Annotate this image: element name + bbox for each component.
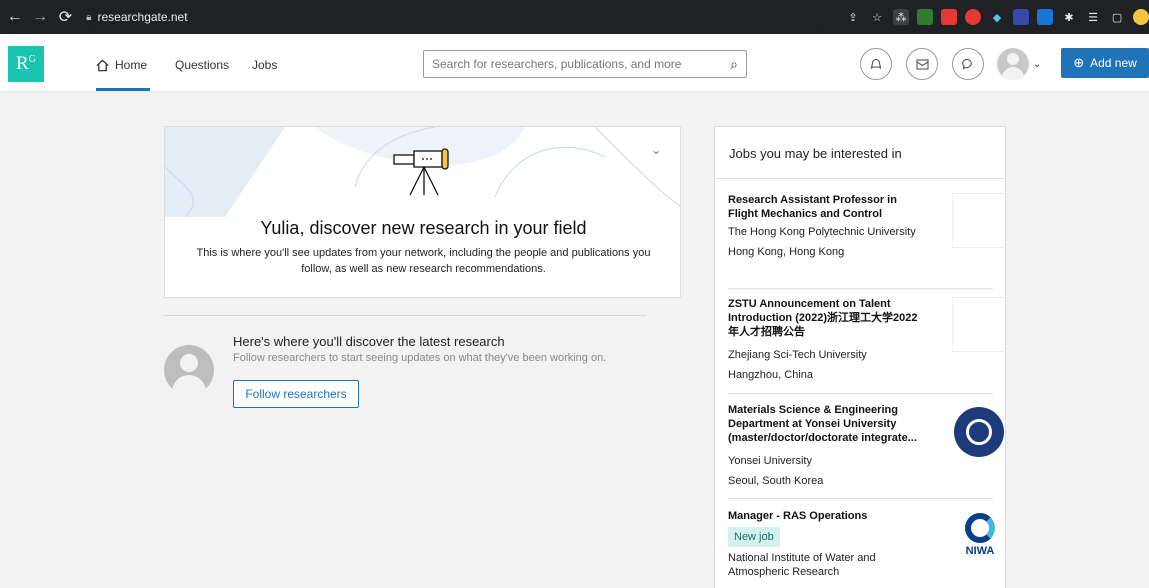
user-avatar[interactable]	[997, 48, 1029, 80]
search-icon[interactable]: ⌕	[730, 56, 738, 73]
extension-tray: ⇪ ☆ ⁂ ◆ ✱ ☰ ▢	[845, 9, 1149, 25]
job-organization: Zhejiang Sci-Tech University	[728, 349, 867, 361]
plus-circle-icon: ⊕	[1073, 55, 1085, 70]
section-divider	[164, 315, 646, 316]
discover-title: Yulia, discover new research in your fie…	[260, 218, 587, 238]
messages-button[interactable]	[906, 48, 938, 80]
reload-icon[interactable]: ⟳	[55, 6, 76, 28]
logo-letter: R	[16, 53, 29, 74]
bell-icon	[870, 58, 882, 70]
add-new-label: Add new	[1090, 56, 1137, 70]
extension-icon[interactable]	[917, 9, 934, 25]
reading-list-icon[interactable]: ☰	[1085, 9, 1101, 25]
nav-jobs-label: Jobs	[252, 58, 278, 72]
organization-logo	[952, 193, 1007, 248]
latest-research-subtitle: Follow researchers to start seeing updat…	[233, 352, 607, 364]
puzzle-icon[interactable]: ✱	[1061, 9, 1077, 25]
logo-superscript: G	[28, 53, 36, 65]
niwa-swirl-icon	[965, 513, 995, 543]
site-header: RG Home Questions Jobs ⌕ ⌄ ⊕ Add new	[0, 34, 1149, 92]
search-input[interactable]	[432, 57, 712, 71]
extension-icon[interactable]	[941, 9, 958, 25]
researchgate-logo[interactable]: RG	[8, 46, 44, 82]
chat-button[interactable]	[952, 48, 984, 80]
latest-research-title: Here's where you'll discover the latest …	[233, 334, 505, 349]
search-box: ⌕	[423, 50, 747, 78]
share-icon[interactable]: ⇪	[845, 9, 861, 25]
extension-icon[interactable]	[1037, 9, 1054, 25]
jobs-panel-title: Jobs you may be interested in	[715, 127, 1005, 179]
jobs-panel: Jobs you may be interested in Research A…	[714, 126, 1007, 588]
notifications-button[interactable]	[860, 48, 892, 80]
job-title[interactable]: ZSTU Announcement on Talent Introduction…	[728, 297, 928, 339]
job-title[interactable]: Manager - RAS Operations	[728, 509, 928, 523]
job-listing[interactable]: ZSTU Announcement on Talent Introduction…	[728, 297, 1007, 394]
placeholder-avatar	[164, 345, 214, 395]
niwa-logo-text: NIWA	[965, 545, 995, 557]
url-text: researchgate.net	[97, 10, 188, 24]
chevron-down-icon[interactable]: ⌄	[1033, 59, 1041, 70]
back-arrow-icon[interactable]: ←	[4, 6, 25, 28]
job-organization: The Hong Kong Polytechnic University	[728, 226, 916, 238]
add-new-button[interactable]: ⊕ Add new	[1061, 48, 1149, 78]
nav-home-label: Home	[115, 58, 148, 72]
extension-icon[interactable]: ◆	[989, 9, 1005, 25]
browser-toolbar: ← → ⟳ 🔒︎ researchgate.net ⇪ ☆ ⁂ ◆ ✱ ☰ ▢	[0, 0, 1149, 34]
speech-bubble-icon	[962, 58, 972, 70]
nav-home[interactable]: Home	[96, 58, 147, 72]
home-icon	[96, 59, 109, 71]
collapse-chevron-icon[interactable]: ⌄	[651, 143, 661, 157]
extension-icon[interactable]	[1013, 9, 1030, 25]
envelope-icon	[915, 58, 929, 70]
follow-researchers-button[interactable]: Follow researchers	[233, 380, 359, 408]
job-location: Seoul, South Korea	[728, 475, 824, 487]
niwa-logo: NIWA	[953, 513, 1007, 565]
new-job-badge: New job	[728, 527, 780, 547]
profile-avatar-icon[interactable]	[1133, 9, 1149, 25]
discover-description: This is where you'll see updates from yo…	[196, 247, 651, 275]
job-title[interactable]: Materials Science & Engineering Departme…	[728, 403, 928, 445]
extension-icon[interactable]	[965, 9, 982, 25]
job-listing[interactable]: Manager - RAS Operations New job Nationa…	[728, 509, 995, 588]
job-organization: National Institute of Water and Atmosphe…	[728, 552, 876, 578]
discover-card: ⌄ Yulia, discover new research in your f…	[164, 126, 681, 298]
nav-jobs[interactable]: Jobs	[252, 58, 277, 72]
extension-icon[interactable]: ⁂	[893, 9, 910, 25]
organization-logo	[952, 297, 1007, 352]
side-panel-icon[interactable]: ▢	[1109, 9, 1125, 25]
nav-questions[interactable]: Questions	[175, 58, 229, 72]
yonsei-university-logo	[954, 407, 1004, 457]
telescope-icon	[393, 148, 449, 196]
job-listing[interactable]: Materials Science & Engineering Departme…	[728, 403, 1004, 499]
nav-active-indicator	[96, 88, 150, 91]
forward-arrow-icon[interactable]: →	[29, 6, 50, 28]
job-location: Hangzhou, China	[728, 369, 814, 381]
job-organization: Yonsei University	[728, 455, 812, 467]
lock-icon: 🔒︎	[86, 11, 92, 23]
address-bar[interactable]: 🔒︎ researchgate.net	[86, 4, 826, 30]
job-listing[interactable]: Research Assistant Professor in Flight M…	[728, 193, 1007, 289]
job-title[interactable]: Research Assistant Professor in Flight M…	[728, 193, 928, 221]
bookmark-star-icon[interactable]: ☆	[869, 9, 885, 25]
nav-questions-label: Questions	[175, 58, 230, 72]
